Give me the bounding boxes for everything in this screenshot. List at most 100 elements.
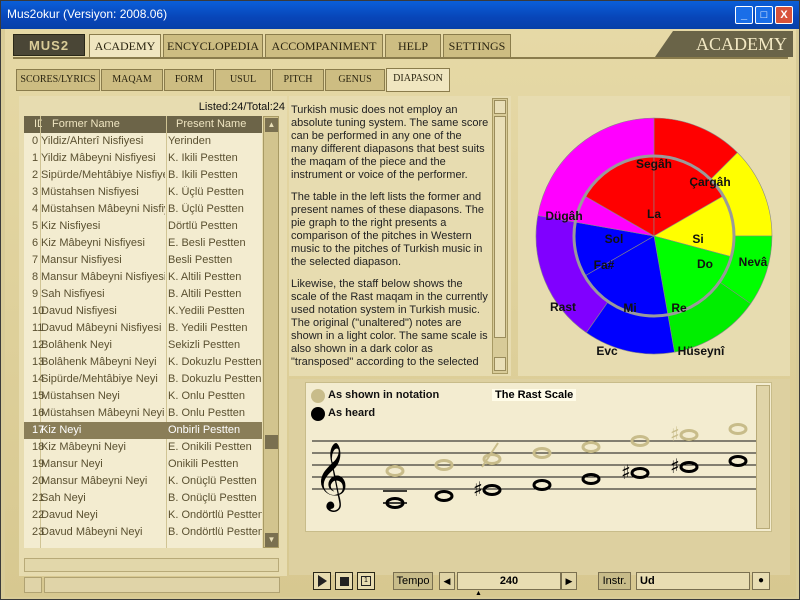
row-former-name: Sipürde/Mehtâbiye Neyi bbox=[41, 373, 158, 385]
inner-slice-label: Do bbox=[697, 257, 713, 271]
treble-clef-icon: 𝄞 bbox=[314, 441, 348, 512]
table-row[interactable]: 15 Müstahsen Neyi K. Onlu Pestten bbox=[24, 388, 262, 405]
row-present-name: K. Ondörtlü Pestten bbox=[168, 509, 262, 521]
app-window: Mus2okur (Versiyon: 2008.06) _ □ X MUS2 … bbox=[0, 0, 800, 600]
table-row[interactable]: 13 Bolâhenk Mâbeyni Neyi K. Dokuzlu Pestte… bbox=[24, 354, 262, 371]
scroll-down-arrow[interactable] bbox=[494, 357, 506, 371]
table-row[interactable]: 2 Sipürde/Mehtâbiye Nisfiyesi B. Ikili Pes… bbox=[24, 167, 262, 184]
row-present-name: Onikili Pestten bbox=[168, 458, 239, 470]
description-paragraph: The table in the left lists the former a… bbox=[291, 191, 485, 268]
dark-note bbox=[532, 479, 552, 491]
row-former-name: Bolâhenk Mâbeyni Neyi bbox=[41, 356, 157, 368]
close-button[interactable]: X bbox=[775, 6, 793, 24]
subtab-form[interactable]: FORM bbox=[164, 69, 214, 91]
table-row[interactable]: 4Müstahsen Mâbeyni NisfiyesiB. Üçlü Pest… bbox=[24, 201, 262, 218]
row-present-name: Onbirli Pestten bbox=[168, 424, 241, 436]
row-present-name: Dörtlü Pestten bbox=[168, 220, 238, 232]
row-present-name: K. Onüçlü Pestten bbox=[168, 475, 257, 487]
table-row[interactable]: 14 Sipürde/Mehtâbiye Neyi B. Dokuzlu Pestt… bbox=[24, 371, 262, 388]
table-row[interactable]: 23 Davud Mâbeyni Neyi B. Ondörtlü Pestten bbox=[24, 524, 262, 541]
row-former-name: Davud Mâbeyni Neyi bbox=[41, 526, 143, 538]
row-former-name: Davud Nisfiyesi bbox=[41, 305, 117, 317]
table-row[interactable]: 9 Sah Nisfiyesi B. Altili Pestten bbox=[24, 286, 262, 303]
scroll-up-arrow[interactable]: ▲ bbox=[265, 118, 278, 132]
subtab-diapason[interactable]: DIAPASON bbox=[386, 68, 450, 92]
table-row[interactable]: 20 Mansur Mâbeyni Neyi K. Onüçlü Pestten bbox=[24, 473, 262, 490]
table-row[interactable]: 19 Mansur Neyi Onikili Pestten bbox=[24, 456, 262, 473]
staff-scrollbar[interactable] bbox=[756, 385, 770, 529]
title-bar[interactable]: Mus2okur (Versiyon: 2008.06) _ □ X bbox=[1, 1, 799, 29]
table-row[interactable]: 22 Davud Neyi K. Ondörtlü Pestten bbox=[24, 507, 262, 524]
outer-slice-label: Çargâh bbox=[689, 175, 730, 189]
row-present-name: B. Ikili Pestten bbox=[168, 169, 238, 181]
table-row[interactable]: 8 Mansur Mâbeyni Nisfiyesi K. Altili Pestt… bbox=[24, 269, 262, 286]
table-row[interactable]: 0 Yildiz/Ahterî Nisfiyesi Yerinden bbox=[24, 133, 262, 150]
row-present-name: E. Besli Pestten bbox=[168, 237, 246, 249]
close-icon: X bbox=[780, 9, 788, 21]
table-row[interactable]: 12 Bolâhenk Neyi Sekizli Pestten bbox=[24, 337, 262, 354]
list-scrollbar[interactable]: ▲ ▼ bbox=[263, 116, 279, 548]
row-present-name: Besli Pestten bbox=[168, 254, 233, 266]
column-header-former[interactable]: Former Name bbox=[52, 118, 120, 130]
table-row[interactable]: 7 Mansur Nisfiyesi Besli Pestten bbox=[24, 252, 262, 269]
inner-slice-label: La bbox=[647, 207, 661, 221]
scroll-up-arrow[interactable] bbox=[494, 100, 506, 114]
minimize-button[interactable]: _ bbox=[735, 6, 753, 24]
app-body: MUS2 ACADEMY ENCYCLOPEDIA ACCOMPANIMENT … bbox=[5, 29, 796, 597]
table-row[interactable]: 10 Davud Nisfiyesi K.Yedili Pestten bbox=[24, 303, 262, 320]
maximize-button[interactable]: □ bbox=[755, 6, 773, 24]
row-present-name: E. Onikili Pestten bbox=[168, 441, 252, 453]
scroll-down-arrow[interactable]: ▼ bbox=[265, 533, 278, 547]
sharp-icon: ♯ bbox=[670, 454, 680, 478]
sharp-icon: ♯ bbox=[473, 477, 483, 501]
table-row[interactable]: 21 Sah Neyi B. Onüçlü Pestten bbox=[24, 490, 262, 507]
app-logo: MUS2 bbox=[13, 34, 85, 56]
tab-accompaniment[interactable]: ACCOMPANIMENT bbox=[265, 34, 383, 58]
row-present-name: B. Altili Pestten bbox=[168, 288, 242, 300]
dark-note bbox=[434, 490, 454, 502]
diapason-list-panel: Listed:24/Total:24 ID Former Name Presen… bbox=[19, 96, 287, 576]
table-row[interactable]: 1 Yildiz Mâbeyni Nisfiyesi K. Ikili Pestte… bbox=[24, 150, 262, 167]
row-former-name: Kiz Nisfiyesi bbox=[41, 220, 101, 232]
row-present-name: K. Onlu Pestten bbox=[168, 390, 246, 402]
row-former-name: Sah Neyi bbox=[41, 492, 86, 504]
tab-settings[interactable]: SETTINGS bbox=[443, 34, 511, 58]
scroll-thumb[interactable] bbox=[265, 435, 278, 449]
row-former-name: Yildiz/Ahterî Nisfiyesi bbox=[41, 135, 144, 147]
subtab-usul[interactable]: USUL bbox=[215, 69, 271, 91]
scroll-thumb[interactable] bbox=[494, 116, 506, 338]
row-former-name: Mansur Mâbeyni Neyi bbox=[41, 475, 148, 487]
subtab-scores-lyrics[interactable]: SCORES/LYRICS bbox=[16, 69, 100, 91]
subtab-maqam[interactable]: MAQAM bbox=[101, 69, 163, 91]
dark-note bbox=[630, 467, 650, 479]
tab-help[interactable]: HELP bbox=[385, 34, 441, 58]
table-row[interactable]: 6 Kiz Mâbeyni Nisfiyesi E. Besli Pestten bbox=[24, 235, 262, 252]
light-note bbox=[728, 423, 748, 435]
subtab-pitch[interactable]: PITCH bbox=[272, 69, 324, 91]
table-row[interactable]: 5 Kiz Nisfiyesi Dörtlü Pestten bbox=[24, 218, 262, 235]
table-row[interactable]: 3 Müstahsen Nisfiyesi K. Üçlü Pestten bbox=[24, 184, 262, 201]
row-present-name: B. Yedili Pestten bbox=[168, 322, 248, 334]
row-former-name: Müstahsen Mâbeyni Nisfiyesi bbox=[41, 203, 165, 215]
column-header-present[interactable]: Present Name bbox=[176, 118, 246, 130]
diapason-table[interactable]: ID Former Name Present Name 0Yildiz/Ahte… bbox=[24, 116, 262, 548]
subtab-genus[interactable]: GENUS bbox=[325, 69, 385, 91]
dark-note bbox=[482, 484, 502, 496]
row-former-name: Kiz Mâbeyni Neyi bbox=[41, 441, 126, 453]
dark-note bbox=[679, 461, 699, 473]
list-horizontal-scrollbar[interactable] bbox=[24, 558, 279, 572]
row-former-name: Mansur Mâbeyni Nisfiyesi bbox=[41, 271, 165, 283]
tab-encyclopedia[interactable]: ENCYCLOPEDIA bbox=[163, 34, 263, 58]
dark-note bbox=[581, 473, 601, 485]
dark-note bbox=[728, 455, 748, 467]
outer-slice-label: Segâh bbox=[636, 157, 672, 171]
table-row[interactable]: 17 Kiz Neyi Onbirli Pestten bbox=[24, 422, 262, 439]
tab-academy[interactable]: ACADEMY bbox=[89, 34, 161, 59]
status-cell bbox=[44, 577, 280, 593]
row-former-name: Mansur Nisfiyesi bbox=[41, 254, 122, 266]
row-former-name: Kiz Mâbeyni Nisfiyesi bbox=[41, 237, 145, 249]
table-row[interactable]: 18 Kiz Mâbeyni Neyi E. Onikili Pestten bbox=[24, 439, 262, 456]
table-row[interactable]: 11 Davud Mâbeyni Nisfiyesi B. Yedili Pestt… bbox=[24, 320, 262, 337]
table-row[interactable]: 16 Müstahsen Mâbeyni Neyi B. Onlu Pestten bbox=[24, 405, 262, 422]
description-scrollbar[interactable] bbox=[492, 98, 508, 374]
